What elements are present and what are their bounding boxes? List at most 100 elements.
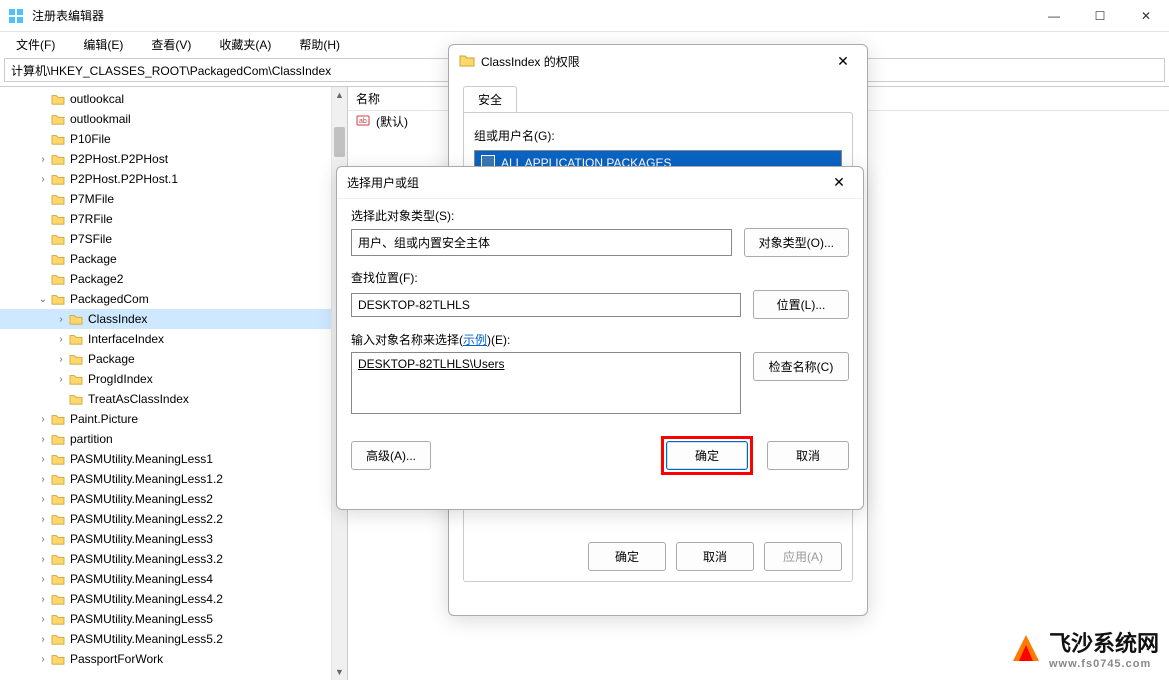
title-bar: 注册表编辑器 — ☐ ✕ [0,0,1169,32]
tree-item[interactable]: ›PASMUtility.MeaningLess2.2 [0,509,347,529]
tree-item[interactable]: › PASMUtility.MeaningLess5 [0,609,347,629]
folder-icon [50,252,66,266]
expand-icon[interactable]: › [36,154,50,165]
object-name-input[interactable]: DESKTOP-82TLHLS\Users [351,352,741,414]
tree-item[interactable]: ›PASMUtility.MeaningLess4.2 [0,589,347,609]
expand-icon[interactable]: › [36,654,50,665]
folder-icon [50,292,66,306]
object-types-button[interactable]: 对象类型(O)... [744,228,849,257]
scroll-thumb[interactable] [334,127,345,157]
tree-item[interactable]: ›PASMUtility.MeaningLess3.2 [0,549,347,569]
folder-icon [50,492,66,506]
expand-icon[interactable]: › [36,174,50,185]
locations-button[interactable]: 位置(L)... [753,290,849,319]
expand-icon[interactable]: › [36,554,50,565]
examples-link[interactable]: 示例 [463,333,487,347]
tree-item[interactable]: › PASMUtility.MeaningLess1.2 [0,469,347,489]
tree-item[interactable]: ⌄PackagedCom [0,289,347,309]
tree-item[interactable]: › PassportForWork [0,649,347,669]
location-field: DESKTOP-82TLHLS [351,293,741,317]
tree-item[interactable]: outlookmail [0,109,347,129]
watermark-title: 飞沙系统网 [1049,626,1159,658]
expand-icon[interactable]: › [36,494,50,505]
app-icon [8,8,24,24]
advanced-button[interactable]: 高级(A)... [351,441,431,470]
tree-item-label: P7MFile [70,192,114,206]
scroll-up-icon[interactable]: ▲ [332,87,347,103]
tree-item[interactable]: ›PASMUtility.MeaningLess2 [0,489,347,509]
tree-item-label: PASMUtility.MeaningLess4 [70,572,213,586]
tree-item[interactable]: P10File [0,129,347,149]
perm-apply-button[interactable]: 应用(A) [764,542,842,571]
expand-icon[interactable]: › [54,374,68,385]
tree-item[interactable]: ›PASMUtility.MeaningLess5.2 [0,629,347,649]
permissions-close-button[interactable]: ✕ [829,53,857,70]
select-close-button[interactable]: ✕ [825,174,853,191]
tree-item[interactable]: outlookcal [0,89,347,109]
folder-icon [50,192,66,206]
folder-icon [50,272,66,286]
object-type-field: 用户、组或内置安全主体 [351,229,732,256]
expand-icon[interactable]: › [36,634,50,645]
expand-icon[interactable]: › [54,354,68,365]
tree-item[interactable]: P7RFile [0,209,347,229]
expand-icon[interactable]: › [54,314,68,325]
tree-item-label: PASMUtility.MeaningLess1 [70,452,213,466]
tree-item[interactable]: TreatAsClassIndex [0,389,347,409]
expand-icon[interactable]: › [36,534,50,545]
default-value-label: (默认) [376,113,408,130]
tree-item[interactable]: ›ProgIdIndex [0,369,347,389]
menu-view[interactable]: 查看(V) [139,34,203,55]
tree-item[interactable]: ›P2PHost.P2PHost [0,149,347,169]
folder-icon [50,592,66,606]
tree-item-label: Package [70,252,117,266]
expand-icon[interactable]: › [36,414,50,425]
tree-item[interactable]: Package2 [0,269,347,289]
tree-item[interactable]: P7SFile [0,229,347,249]
tree-item[interactable]: Package [0,249,347,269]
security-tab[interactable]: 安全 [463,86,517,113]
expand-icon[interactable]: › [36,454,50,465]
tree-item[interactable]: › PASMUtility.MeaningLess1 [0,449,347,469]
tree-item[interactable]: ›InterfaceIndex [0,329,347,349]
tree-item[interactable]: › ClassIndex [0,309,347,329]
expand-icon[interactable]: ⌄ [36,294,50,305]
expand-icon[interactable]: › [36,434,50,445]
minimize-button[interactable]: — [1031,0,1077,32]
perm-ok-button[interactable]: 确定 [588,542,666,571]
tree-item-label: PassportForWork [70,652,163,666]
expand-icon[interactable]: › [36,614,50,625]
expand-icon[interactable]: › [36,594,50,605]
tree-item[interactable]: ›partition [0,429,347,449]
menu-favorites[interactable]: 收藏夹(A) [207,34,283,55]
tree-item-label: PASMUtility.MeaningLess1.2 [70,472,223,486]
tree-item[interactable]: ›PASMUtility.MeaningLess3 [0,529,347,549]
select-user-dialog: 选择用户或组 ✕ 选择此对象类型(S): 用户、组或内置安全主体 对象类型(O)… [336,166,864,510]
maximize-button[interactable]: ☐ [1077,0,1123,32]
expand-icon[interactable]: › [36,574,50,585]
folder-icon [459,53,475,70]
tree-item-label: PASMUtility.MeaningLess5 [70,612,213,626]
tree-item[interactable]: › Package [0,349,347,369]
expand-icon[interactable]: › [36,514,50,525]
close-button[interactable]: ✕ [1123,0,1169,32]
tree-item[interactable]: P7MFile [0,189,347,209]
tree-item-label: Package2 [70,272,123,286]
tree-item[interactable]: › PASMUtility.MeaningLess4 [0,569,347,589]
menu-file[interactable]: 文件(F) [4,34,67,55]
tree-item[interactable]: ›P2PHost.P2PHost.1 [0,169,347,189]
expand-icon[interactable]: › [54,334,68,345]
select-ok-button[interactable]: 确定 [666,441,748,470]
perm-cancel-button[interactable]: 取消 [676,542,754,571]
folder-icon [68,332,84,346]
tree-item-label: Paint.Picture [70,412,138,426]
menu-edit[interactable]: 编辑(E) [71,34,135,55]
select-cancel-button[interactable]: 取消 [767,441,849,470]
tree-item[interactable]: › Paint.Picture [0,409,347,429]
folder-icon [50,652,66,666]
expand-icon[interactable]: › [36,474,50,485]
tree-item-label: Package [88,352,135,366]
tree-item-label: ClassIndex [88,312,147,326]
menu-help[interactable]: 帮助(H) [287,34,352,55]
check-names-button[interactable]: 检查名称(C) [753,352,849,381]
